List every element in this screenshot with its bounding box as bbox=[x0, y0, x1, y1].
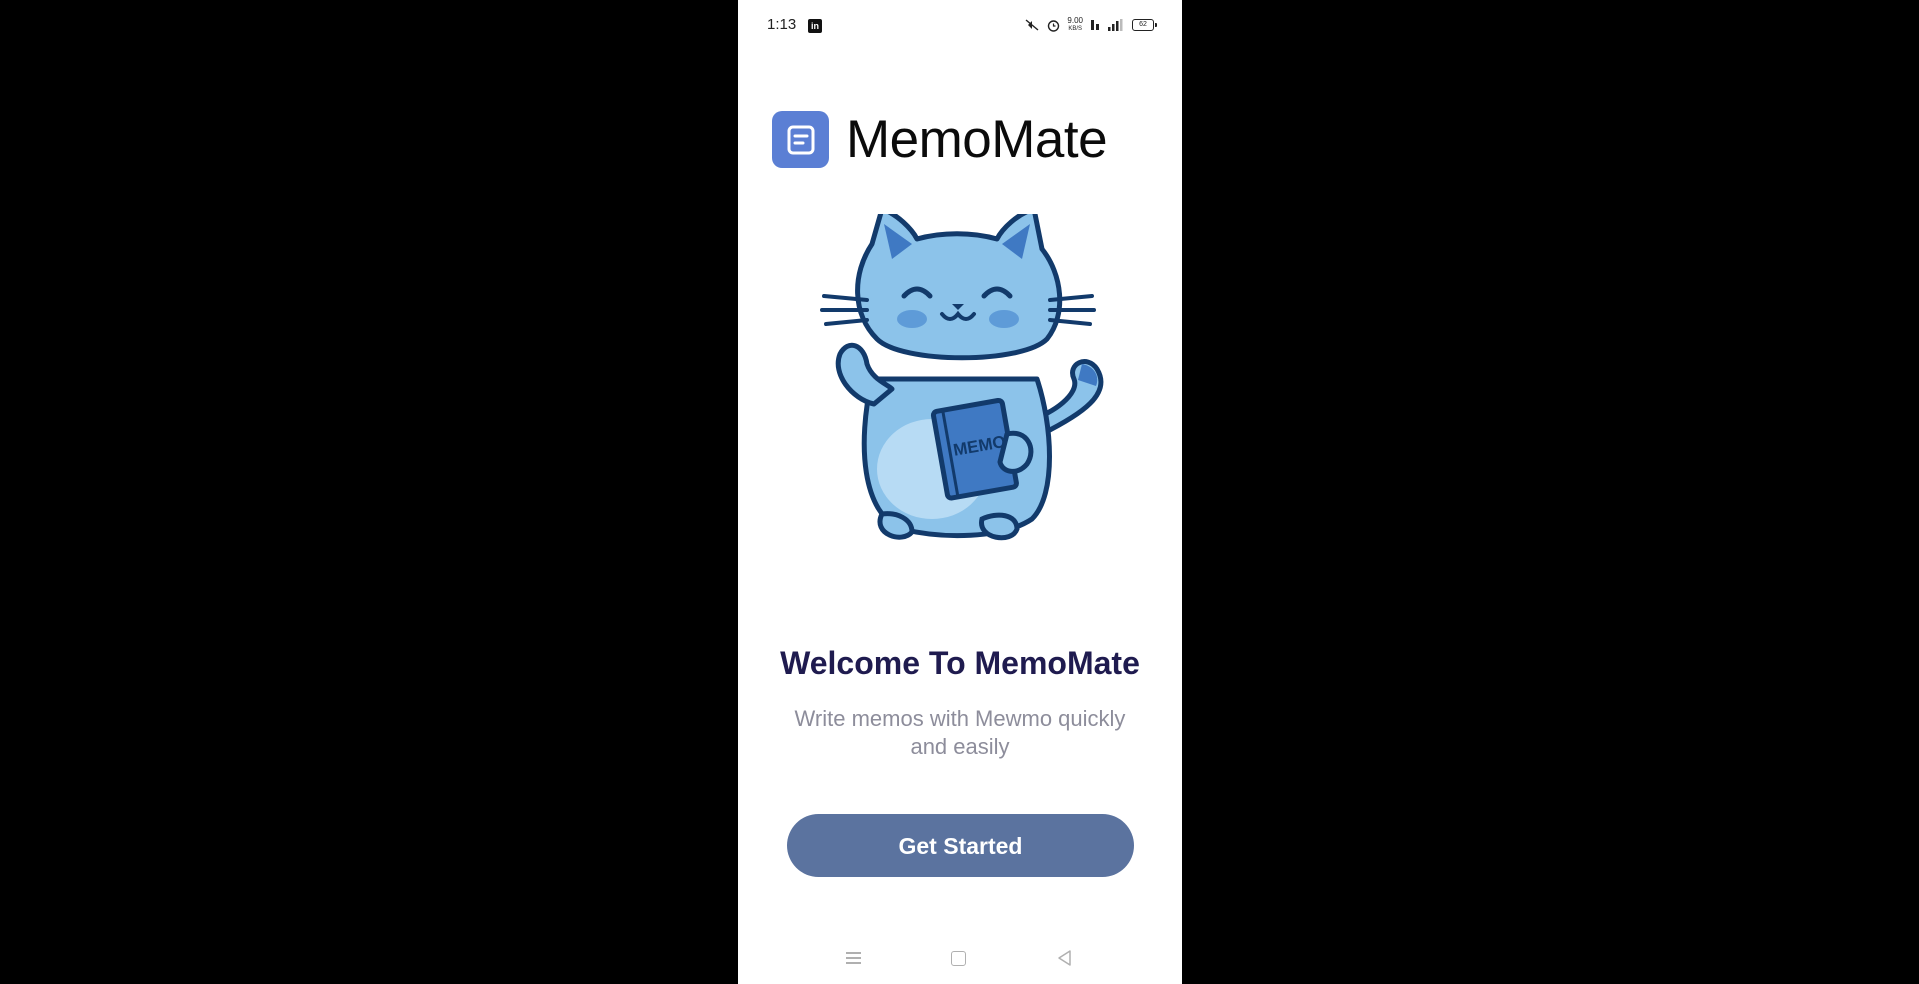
status-bar: 1:13 in 9.00 KB/S 62 bbox=[738, 0, 1182, 50]
volte-icon bbox=[1091, 20, 1099, 30]
cat-mascot-illustration: MEMO bbox=[820, 214, 1104, 541]
alarm-icon bbox=[1048, 19, 1060, 32]
linkedin-notification-icon: in bbox=[808, 19, 822, 33]
signal-icon bbox=[1108, 19, 1123, 31]
memo-icon bbox=[787, 125, 814, 154]
welcome-title: Welcome To MemoMate bbox=[780, 645, 1140, 681]
battery-icon: 62 bbox=[1132, 19, 1157, 31]
system-nav-bar bbox=[738, 940, 1182, 980]
app-header: MemoMate bbox=[772, 109, 1108, 170]
status-icons: 9.00 KB/S 62 bbox=[1024, 14, 1157, 36]
app-logo-icon bbox=[772, 111, 829, 168]
recent-apps-icon[interactable] bbox=[846, 952, 861, 966]
home-icon[interactable] bbox=[951, 951, 966, 966]
network-speed: 9.00 KB/S bbox=[1067, 16, 1083, 33]
phone-screen: 1:13 in 9.00 KB/S 62 MemoMate MEMO Welco… bbox=[738, 0, 1182, 984]
app-title: MemoMate bbox=[846, 110, 1108, 169]
mute-icon bbox=[1025, 19, 1039, 31]
welcome-subtitle: Write memos with Mewmo quickly and easil… bbox=[794, 706, 1126, 759]
get-started-button[interactable]: Get Started bbox=[787, 814, 1134, 877]
back-icon[interactable] bbox=[1056, 949, 1072, 967]
status-time: 1:13 bbox=[767, 16, 797, 33]
